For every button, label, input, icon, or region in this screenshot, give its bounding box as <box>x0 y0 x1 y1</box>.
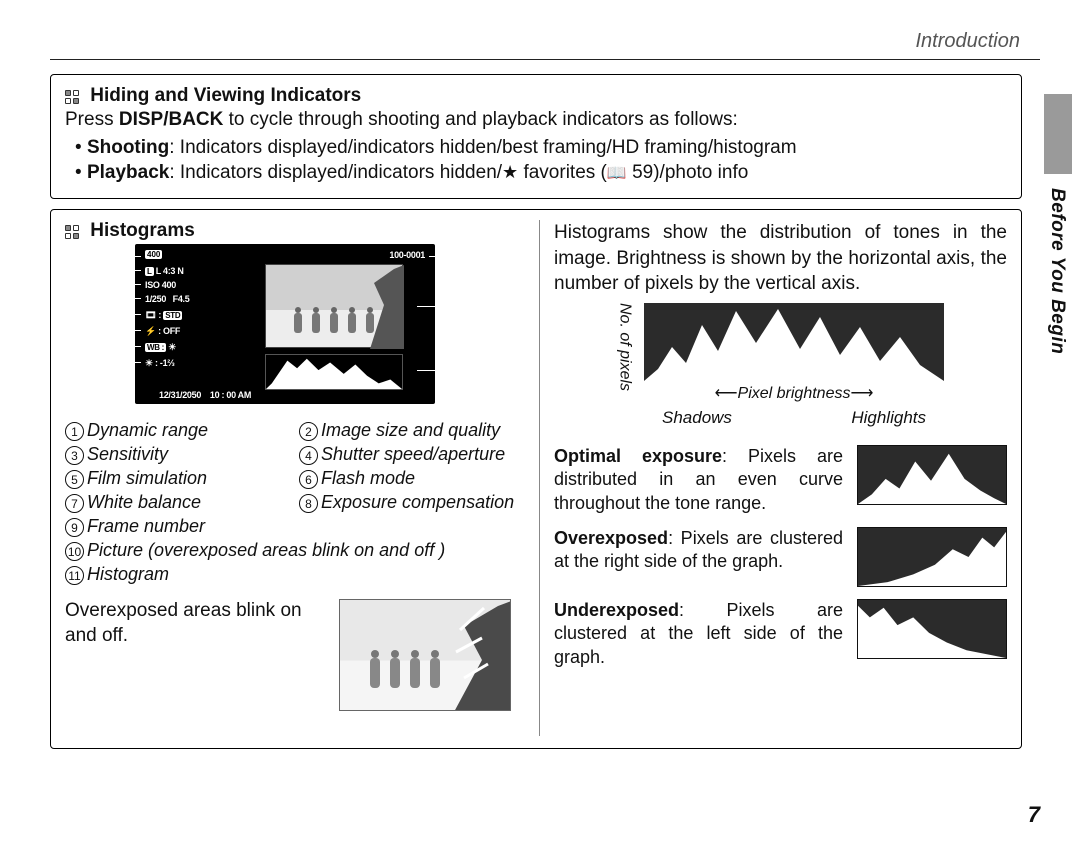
legend-item: 2Image size and quality <box>299 420 523 441</box>
intro-prefix: Press <box>65 109 119 130</box>
lcd-ev: : -1⅔ <box>155 358 175 368</box>
legend-item: 6Flash mode <box>299 468 523 489</box>
legend-item: 10Picture (overexposed areas blink on an… <box>65 540 523 561</box>
optimal-histogram <box>857 445 1007 505</box>
lcd-date: 12/31/2050 <box>159 390 201 400</box>
overexposed-row: Overexposed: Pixels are clustered at the… <box>554 527 1007 587</box>
side-tab-marker <box>1044 94 1072 174</box>
axis-histogram: No. of pixels ⟵Pixel brightness⟶ Shadows… <box>614 303 974 433</box>
shooting-value: : Indicators displayed/indicators hidden… <box>169 137 796 158</box>
manual-page-icon: 📖 <box>607 165 627 182</box>
playback-value-a: : Indicators displayed/indicators hidden… <box>169 162 502 183</box>
callout-1-icon: ① <box>117 250 125 261</box>
shooting-label: Shooting <box>87 137 169 158</box>
overexposed-text: Overexposed areas blink on and off. <box>65 599 325 648</box>
lcd-wb: WB : <box>145 343 166 352</box>
box2-heading: Histograms <box>65 220 523 242</box>
x-axis-label: ⟵Pixel brightness⟶ <box>644 383 944 405</box>
legend-item: 1Dynamic range <box>65 420 289 441</box>
list-item: Shooting: Indicators displayed/indicator… <box>75 135 1007 161</box>
overexposed-photo <box>339 599 511 711</box>
overexposed-example: Overexposed areas blink on and off. <box>65 599 523 711</box>
legend-item: 7White balance <box>65 492 289 513</box>
hiding-viewing-box: Hiding and Viewing Indicators Press DISP… <box>50 74 1022 199</box>
legend-item: 9Frame number <box>65 516 523 537</box>
callout-7-icon: ⑦ <box>117 340 125 351</box>
lcd-mini-histogram <box>265 354 403 390</box>
right-intro: Histograms show the distribution of tone… <box>554 220 1007 297</box>
box1-body: Press DISP/BACK to cycle through shootin… <box>65 107 1007 186</box>
histograms-box: Histograms ① ② ③ ④ ⑤ ⑥ ⑦ ⑧ ⑨ ⑩ ⑪ 400 L L… <box>50 209 1022 749</box>
underexposed-row: Underexposed: Pixels are clustered at th… <box>554 599 1007 669</box>
big-histogram <box>644 303 944 381</box>
side-section-label: Before You Begin <box>1046 188 1068 354</box>
histograms-left: Histograms ① ② ③ ④ ⑤ ⑥ ⑦ ⑧ ⑨ ⑩ ⑪ 400 L L… <box>65 220 535 736</box>
lcd-shutter: 1/250 <box>145 294 166 304</box>
lcd-legend: 1Dynamic range 2Image size and quality 3… <box>65 420 523 585</box>
callout-8-icon: ⑧ <box>117 356 125 367</box>
y-axis-label: No. of pixels <box>614 303 636 391</box>
playback-value-b: favorites ( <box>518 162 607 183</box>
grid-icon <box>65 225 83 237</box>
callout-11-icon: ⑪ <box>444 364 453 377</box>
lcd-time: 10 : 00 AM <box>210 390 251 400</box>
legend-item: 4Shutter speed/aperture <box>299 444 523 465</box>
lcd-flash: : OFF <box>158 326 180 336</box>
underexposed-histogram <box>857 599 1007 659</box>
histograms-right: Histograms show the distribution of tone… <box>539 220 1007 736</box>
overexposed-desc: Overexposed: Pixels are clustered at the… <box>554 527 843 574</box>
lcd-dr: 400 <box>145 250 162 259</box>
optimal-text: Optimal exposure: Pixels are distributed… <box>554 445 843 515</box>
shadows-label: Shadows <box>662 407 732 430</box>
list-item: Playback: Indicators displayed/indicator… <box>75 160 1007 186</box>
page-number: 7 <box>1028 802 1040 828</box>
optimal-row: Optimal exposure: Pixels are distributed… <box>554 445 1007 515</box>
header-rule <box>50 59 1040 60</box>
overexposed-histogram <box>857 527 1007 587</box>
callout-5-icon: ⑤ <box>117 308 125 319</box>
playback-page: 59)/photo info <box>627 162 748 183</box>
underexposed-desc: Underexposed: Pixels are clustered at th… <box>554 599 843 669</box>
lcd-photo-thumb <box>265 264 403 348</box>
arrow-left-icon: ⟵ <box>715 385 738 402</box>
section-breadcrumb: Introduction <box>50 30 1040 53</box>
legend-item: 8Exposure compensation <box>299 492 523 513</box>
lcd-display: ① ② ③ ④ ⑤ ⑥ ⑦ ⑧ ⑨ ⑩ ⑪ 400 L L 4:3 N ISO … <box>135 244 435 404</box>
lcd-aperture: F4.5 <box>173 294 190 304</box>
lcd-iso: ISO 400 <box>145 280 176 290</box>
arrow-right-icon: ⟶ <box>850 385 873 402</box>
box1-list: Shooting: Indicators displayed/indicator… <box>75 135 1007 186</box>
box1-heading: Hiding and Viewing Indicators <box>65 85 1007 107</box>
highlights-label: Highlights <box>851 407 926 430</box>
playback-label: Playback <box>87 162 169 183</box>
callout-9-icon: ⑨ <box>445 250 453 261</box>
lcd-size: L 4:3 N <box>156 266 184 276</box>
grid-icon <box>65 90 83 102</box>
box2-heading-text: Histograms <box>90 220 195 241</box>
intro-suffix: to cycle through shooting and playback i… <box>223 109 737 130</box>
axis-range-labels: Shadows Highlights <box>644 407 944 430</box>
callout-10-icon: ⑩ <box>445 300 453 311</box>
lcd-frame: 100-0001 <box>389 250 425 260</box>
disp-back-label: DISP/BACK <box>119 109 224 130</box>
legend-item: 5Film simulation <box>65 468 289 489</box>
lcd-film: STD <box>163 311 182 320</box>
page: Introduction Before You Begin 7 Hiding a… <box>0 0 1080 846</box>
legend-item: 11Histogram <box>65 564 523 585</box>
star-icon: ★ <box>502 162 518 182</box>
callout-3-icon: ③ <box>117 278 125 289</box>
callout-2-icon: ② <box>117 264 125 275</box>
legend-item: 3Sensitivity <box>65 444 289 465</box>
callout-6-icon: ⑥ <box>117 324 125 335</box>
box1-heading-text: Hiding and Viewing Indicators <box>90 85 361 106</box>
callout-4-icon: ④ <box>117 292 125 303</box>
